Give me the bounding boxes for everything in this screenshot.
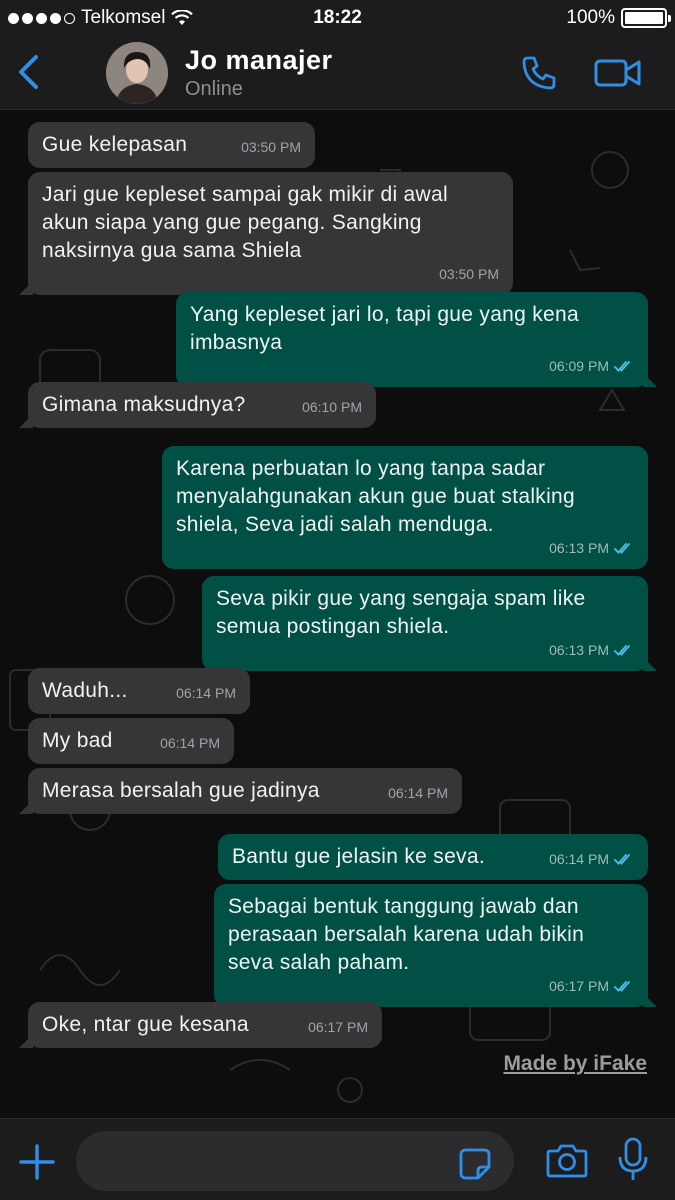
read-receipt-icon [614, 543, 630, 554]
contact-name[interactable]: Jo manajer [185, 45, 333, 76]
message-meta: 06:10 PM [302, 393, 362, 421]
microphone-icon[interactable] [616, 1137, 650, 1183]
message-meta: 06:13 PM [549, 534, 634, 562]
message-text: Gimana maksudnya? [42, 393, 246, 416]
message-text: Bantu gue jelasin ke seva. [232, 845, 485, 868]
phone-icon[interactable] [520, 54, 558, 92]
message-meta: 06:17 PM [308, 1013, 368, 1041]
read-receipt-icon [614, 645, 630, 656]
watermark-link[interactable]: Made by iFake [503, 1052, 647, 1076]
incoming-message[interactable]: Jari gue kepleset sampai gak mikir di aw… [19, 172, 513, 295]
message-time: 06:14 PM [549, 851, 609, 867]
chat-header: Jo manajer Online [0, 36, 675, 110]
avatar[interactable] [106, 42, 168, 104]
message-time: 06:13 PM [549, 540, 609, 556]
outgoing-message[interactable]: Seva pikir gue yang sengaja spam like se… [202, 576, 657, 671]
read-receipt-icon [614, 854, 630, 865]
incoming-message[interactable]: Oke, ntar gue kesana 06:17 PM [19, 1002, 382, 1048]
message-time: 06:17 PM [308, 1019, 368, 1035]
message-meta: 03:50 PM [241, 133, 301, 161]
message-text: Sebagai bentuk tanggung jawab dan perasa… [228, 895, 585, 974]
message-meta: 06:17 PM [549, 972, 634, 1000]
message-time: 06:17 PM [549, 978, 609, 994]
message-meta: 06:14 PM [176, 679, 236, 707]
message-time: 06:10 PM [302, 399, 362, 415]
message-text: Waduh... [42, 679, 128, 702]
back-chevron-icon[interactable] [14, 54, 44, 90]
sticker-icon[interactable] [458, 1147, 492, 1181]
camera-icon[interactable] [546, 1141, 588, 1179]
battery-icon [621, 8, 671, 28]
message-time: 03:50 PM [439, 266, 499, 282]
message-time: 06:14 PM [388, 785, 448, 801]
message-meta: 03:50 PM [439, 260, 499, 288]
incoming-message[interactable]: Merasa bersalah gue jadinya 06:14 PM [19, 768, 462, 814]
incoming-message[interactable]: Gue kelepasan 03:50 PM [28, 122, 315, 168]
message-text: My bad [42, 729, 113, 752]
message-time: 06:14 PM [160, 735, 220, 751]
message-text: Seva pikir gue yang sengaja spam like se… [216, 587, 586, 638]
message-time: 03:50 PM [241, 139, 301, 155]
outgoing-message[interactable]: Yang kepleset jari lo, tapi gue yang ken… [176, 292, 657, 387]
outgoing-message[interactable]: Karena perbuatan lo yang tanpa sadar men… [162, 446, 648, 569]
status-bar: Telkomsel 18:22 100% [0, 0, 675, 36]
message-text: Karena perbuatan lo yang tanpa sadar men… [176, 457, 576, 536]
video-camera-icon[interactable] [594, 56, 642, 90]
read-receipt-icon [614, 981, 630, 992]
message-time: 06:09 PM [549, 358, 609, 374]
message-text: Gue kelepasan [42, 133, 188, 156]
message-text: Yang kepleset jari lo, tapi gue yang ken… [190, 303, 579, 354]
status-right: 100% [566, 7, 671, 29]
message-meta: 06:13 PM [549, 636, 634, 664]
read-receipt-icon [614, 361, 630, 372]
message-time: 06:13 PM [549, 642, 609, 658]
message-input[interactable] [76, 1131, 514, 1191]
plus-icon[interactable] [18, 1143, 56, 1181]
message-text: Oke, ntar gue kesana [42, 1013, 249, 1036]
input-bar [0, 1118, 675, 1200]
outgoing-message[interactable]: Bantu gue jelasin ke seva. 06:14 PM [218, 834, 648, 880]
message-time: 06:14 PM [176, 685, 236, 701]
outgoing-message[interactable]: Sebagai bentuk tanggung jawab dan perasa… [214, 884, 657, 1007]
contact-status: Online [185, 78, 243, 100]
battery-percent: 100% [566, 7, 615, 28]
message-meta: 06:14 PM [549, 845, 634, 873]
message-meta: 06:14 PM [388, 779, 448, 807]
message-meta: 06:09 PM [549, 352, 634, 380]
chat-area[interactable]: Gue kelepasan 03:50 PM Jari gue kepleset s… [0, 110, 675, 1118]
incoming-message[interactable]: Waduh... 06:14 PM [28, 668, 250, 714]
message-meta: 06:14 PM [160, 729, 220, 757]
message-text: Jari gue kepleset sampai gak mikir di aw… [42, 183, 448, 262]
message-text: Merasa bersalah gue jadinya [42, 779, 320, 802]
incoming-message[interactable]: My bad 06:14 PM [28, 718, 234, 764]
incoming-message[interactable]: Gimana maksudnya? 06:10 PM [19, 382, 376, 428]
